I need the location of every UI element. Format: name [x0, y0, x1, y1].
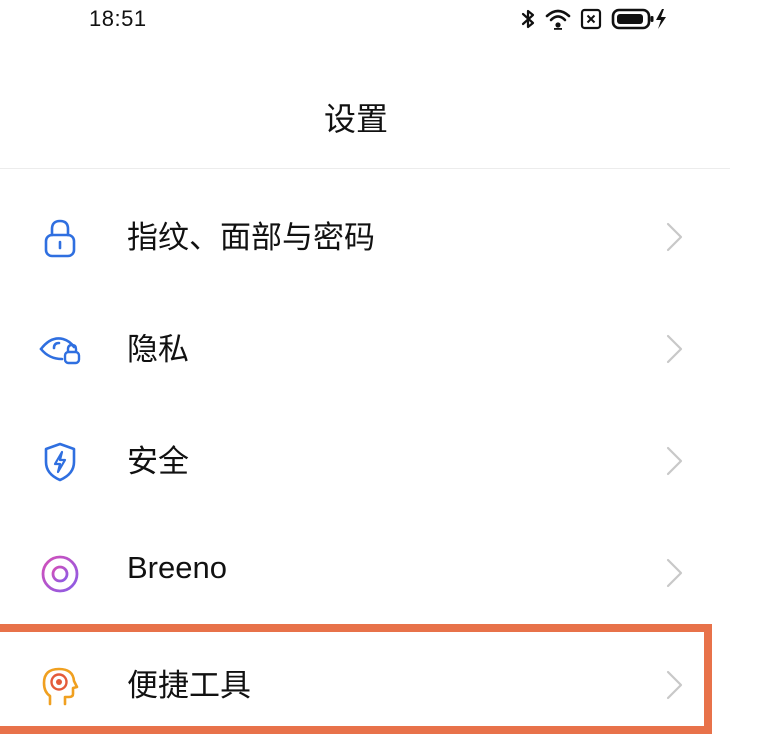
settings-item-security[interactable]: 安全 [0, 404, 730, 516]
status-icons [520, 6, 669, 32]
settings-item-label: 便捷工具 [127, 668, 251, 704]
status-time: 18:51 [89, 6, 147, 31]
chevron-right-icon [663, 668, 685, 702]
status-bar: 18:51 [0, 0, 781, 40]
title-divider [0, 168, 730, 169]
chevron-right-icon [663, 332, 685, 366]
settings-item-convenience-tools[interactable]: 便捷工具 [0, 628, 730, 740]
battery-charging-icon [611, 7, 669, 31]
wifi-icon [545, 7, 571, 31]
bluetooth-icon [520, 7, 536, 31]
settings-item-label: Breeno [127, 550, 227, 585]
settings-item-label: 指纹、面部与密码 [127, 220, 375, 256]
breeno-ring-icon [38, 552, 82, 596]
page-title: 设置 [323, 100, 388, 138]
settings-item-label: 隐私 [127, 332, 189, 368]
settings-item-fingerprint-face-password[interactable]: 指纹、面部与密码 [0, 180, 730, 292]
settings-item-breeno[interactable]: Breeno [0, 516, 730, 628]
privacy-eye-lock-icon [38, 328, 82, 372]
head-target-icon [38, 664, 82, 708]
chevron-right-icon [663, 220, 685, 254]
chevron-right-icon [663, 444, 685, 478]
settings-list: 指纹、面部与密码 隐私 安全 Breeno 便捷工具 [0, 180, 730, 740]
no-sim-icon [580, 8, 602, 30]
shield-bolt-icon [38, 440, 82, 484]
lock-icon [38, 216, 82, 260]
settings-item-label: 安全 [127, 444, 189, 480]
settings-item-privacy[interactable]: 隐私 [0, 292, 730, 404]
chevron-right-icon [663, 556, 685, 590]
